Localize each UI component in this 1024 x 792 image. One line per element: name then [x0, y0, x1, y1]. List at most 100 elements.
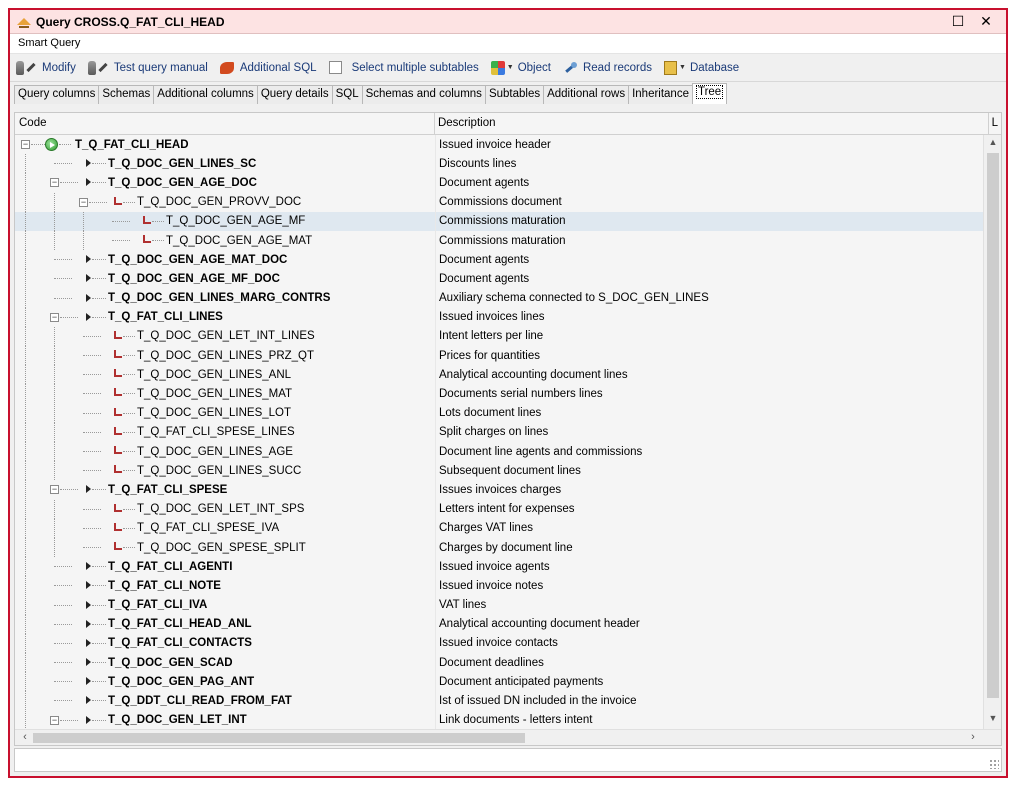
scroll-left-icon[interactable]: ‹ [17, 730, 33, 746]
expand-arrow-icon[interactable] [86, 485, 91, 494]
tree-connector-line [54, 662, 72, 664]
collapse-icon[interactable]: − [50, 485, 59, 495]
tree-row[interactable]: T_Q_FAT_CLI_SPESE_LINES Split charges on … [15, 422, 983, 442]
additional-sql-button[interactable]: Additional SQL [219, 61, 317, 74]
tree-row[interactable]: − T_Q_DOC_GEN_PROVV_DOC Commissions docume… [15, 192, 983, 212]
tree-row[interactable]: T_Q_DOC_GEN_LINES_MARG_CONTRS Auxiliary s… [15, 288, 983, 308]
collapse-icon[interactable]: − [79, 197, 88, 207]
tree-connector-line [92, 662, 106, 664]
select-multiple-toggle[interactable]: Select multiple subtables [328, 61, 479, 74]
object-button[interactable]: ▼ Object [490, 60, 551, 75]
expand-arrow-icon[interactable] [86, 619, 91, 628]
tree-row[interactable]: T_Q_DOC_GEN_LINES_SC Discounts lines [15, 154, 983, 174]
resize-grip-icon[interactable] [989, 759, 999, 769]
scroll-up-icon[interactable]: ▲ [984, 137, 1002, 153]
expand-arrow-icon[interactable] [86, 658, 91, 667]
expand-arrow-icon[interactable] [86, 696, 91, 705]
collapse-icon[interactable]: − [50, 312, 59, 322]
tree-row[interactable]: T_Q_FAT_CLI_AGENTI Issued invoice agents [15, 557, 983, 577]
tab-tree[interactable]: Tree [691, 83, 728, 104]
vertical-scrollbar[interactable]: ▲ ▼ [983, 135, 1001, 731]
tab-schemas-and-columns[interactable]: Schemas and columns [361, 85, 486, 104]
tree-row[interactable]: − T_Q_FAT_CLI_SPESE Issues invoices charge… [15, 480, 983, 500]
tree-row[interactable]: T_Q_DOC_GEN_LINES_PRZ_QT Prices for quant… [15, 346, 983, 366]
expand-arrow-icon[interactable] [86, 715, 91, 724]
tree-row[interactable]: T_Q_DOC_GEN_LINES_SUCC Subsequent documen… [15, 461, 983, 481]
horizontal-scroll-thumb[interactable] [33, 733, 525, 743]
expand-arrow-icon[interactable] [86, 677, 91, 686]
tree-row[interactable]: T_Q_DOC_GEN_SCAD Document deadlines [15, 653, 983, 673]
tree-row[interactable]: T_Q_DOC_GEN_LET_INT_SPS Letters intent fo… [15, 499, 983, 519]
tree-row[interactable]: T_Q_DOC_GEN_AGE_MAT Commissions maturatio… [15, 230, 983, 251]
expand-arrow-icon[interactable] [86, 274, 91, 283]
collapse-icon[interactable]: − [50, 178, 59, 188]
tree-node-code: T_Q_FAT_CLI_HEAD_ANL [108, 618, 252, 631]
tree-row[interactable]: T_Q_DOC_GEN_AGE_MF Commissions maturation [15, 211, 983, 231]
read-records-button[interactable]: Read records [563, 61, 652, 75]
expand-arrow-icon[interactable] [86, 178, 91, 187]
column-header-code[interactable]: Code [15, 113, 435, 134]
tree-row[interactable]: T_Q_FAT_CLI_CONTACTS Issued invoice conta… [15, 633, 983, 654]
expand-arrow-icon[interactable] [86, 255, 91, 264]
expand-arrow-icon[interactable] [86, 600, 91, 609]
tab-schemas[interactable]: Schemas [98, 85, 155, 104]
expand-arrow-icon[interactable] [86, 293, 91, 302]
tree-connector-line [54, 163, 72, 165]
tab-additional-rows[interactable]: Additional rows [543, 85, 630, 104]
tree-row[interactable]: T_Q_DOC_GEN_AGE_MAT_DOC Document agents [15, 250, 983, 270]
tree-row[interactable]: − T_Q_FAT_CLI_HEAD Issued invoice header [15, 135, 983, 155]
tree-node-code: T_Q_DOC_GEN_LET_INT_LINES [137, 330, 315, 343]
test-query-button[interactable]: Test query manual [87, 60, 208, 75]
tree-connector-line [123, 374, 135, 376]
tree-node-code: T_Q_FAT_CLI_SPESE_LINES [137, 426, 295, 439]
status-bar [14, 748, 1002, 772]
scroll-down-icon[interactable]: ▼ [984, 713, 1002, 729]
expand-arrow-icon[interactable] [86, 562, 91, 571]
tree-row[interactable]: T_Q_FAT_CLI_IVA VAT lines [15, 595, 983, 615]
tree-row[interactable]: T_Q_DDT_CLI_READ_FROM_FAT Ist of issued D… [15, 691, 983, 711]
tree-node-code: T_Q_DOC_GEN_LINES_SC [108, 157, 257, 170]
expand-arrow-icon[interactable] [86, 638, 91, 647]
tree-cell-description: Issues invoices charges [439, 483, 562, 496]
tree-row[interactable]: − T_Q_DOC_GEN_LET_INT Link documents - let… [15, 710, 983, 730]
window-title: Query CROSS.Q_FAT_CLI_HEAD [36, 14, 225, 29]
tab-inheritance[interactable]: Inheritance [628, 85, 693, 104]
tree-row[interactable]: T_Q_FAT_CLI_SPESE_IVA Charges VAT lines [15, 518, 983, 538]
tree-row[interactable]: T_Q_DOC_GEN_LINES_ANL Analytical accounti… [15, 365, 983, 385]
tree-guide-line [54, 192, 55, 212]
tree-row[interactable]: − T_Q_FAT_CLI_LINES Issued invoices lines [15, 307, 983, 327]
tab-additional-columns[interactable]: Additional columns [153, 85, 258, 104]
column-header-description[interactable]: Description [435, 113, 989, 134]
column-header-extra[interactable]: L [989, 113, 1001, 134]
collapse-icon[interactable]: − [21, 140, 30, 149]
maximize-button[interactable]: ☐ [944, 13, 972, 30]
tree-row[interactable]: T_Q_DOC_GEN_LINES_AGE Document line agent… [15, 442, 983, 462]
tree-row[interactable]: T_Q_DOC_GEN_AGE_MF_DOC Document agents [15, 269, 983, 289]
tab-sql[interactable]: SQL [331, 85, 363, 104]
tree-row[interactable]: T_Q_FAT_CLI_HEAD_ANL Analytical accountin… [15, 614, 983, 634]
tab-query-columns[interactable]: Query columns [14, 85, 100, 104]
vertical-scroll-thumb[interactable] [987, 153, 999, 698]
tab-label: Schemas [102, 88, 151, 100]
tree-row[interactable]: T_Q_DOC_GEN_LET_INT_LINES Intent letters … [15, 326, 983, 347]
horizontal-scrollbar[interactable]: ‹ › [15, 729, 1001, 745]
tree-row[interactable]: − T_Q_DOC_GEN_AGE_DOC Document agents [15, 173, 983, 193]
tree-row[interactable]: T_Q_DOC_GEN_LINES_LOT Lots document lines [15, 403, 983, 423]
collapse-icon[interactable]: − [50, 715, 59, 725]
tree-row[interactable]: T_Q_DOC_GEN_LINES_MAT Documents serial nu… [15, 384, 983, 404]
tab-subtables[interactable]: Subtables [484, 85, 545, 104]
select-multiple-checkbox[interactable] [328, 61, 342, 74]
close-button[interactable]: ✕ [972, 13, 1000, 30]
scroll-right-icon[interactable]: › [965, 730, 981, 746]
modify-button[interactable]: Modify [16, 60, 76, 75]
tab-query-details[interactable]: Query details [256, 85, 333, 104]
database-button[interactable]: ▼ Database [664, 60, 739, 75]
expand-arrow-icon[interactable] [86, 581, 91, 590]
expand-arrow-icon[interactable] [86, 312, 91, 321]
tree-row[interactable]: T_Q_FAT_CLI_NOTE Issued invoice notes [15, 576, 983, 596]
expand-arrow-icon[interactable] [86, 159, 91, 168]
tree-row[interactable]: T_Q_DOC_GEN_SPESE_SPLIT Charges by docume… [15, 537, 983, 558]
tree-row[interactable]: T_Q_DOC_GEN_PAG_ANT Document anticipated … [15, 672, 983, 692]
menu-smart-query[interactable]: Smart Query [18, 37, 80, 49]
tree-connector-line [83, 527, 101, 529]
